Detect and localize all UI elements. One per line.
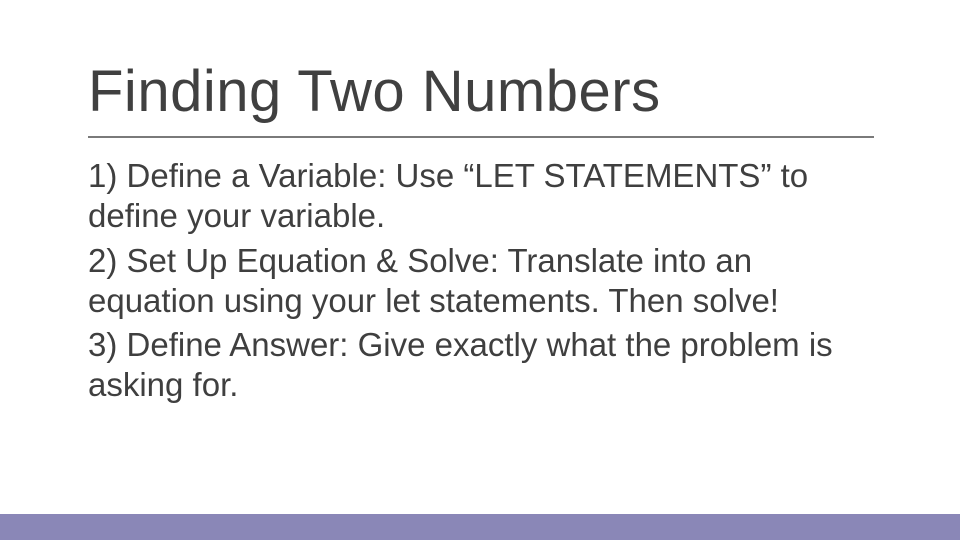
footer-accent-bar — [0, 514, 960, 540]
slide-title: Finding Two Numbers — [88, 58, 661, 125]
step-3: 3) Define Answer: Give exactly what the … — [88, 325, 878, 406]
slide: Finding Two Numbers 1) Define a Variable… — [0, 0, 960, 540]
step-2: 2) Set Up Equation & Solve: Translate in… — [88, 241, 878, 322]
step-1: 1) Define a Variable: Use “LET STATEMENT… — [88, 156, 878, 237]
slide-body: 1) Define a Variable: Use “LET STATEMENT… — [88, 156, 878, 410]
title-underline — [88, 136, 874, 138]
